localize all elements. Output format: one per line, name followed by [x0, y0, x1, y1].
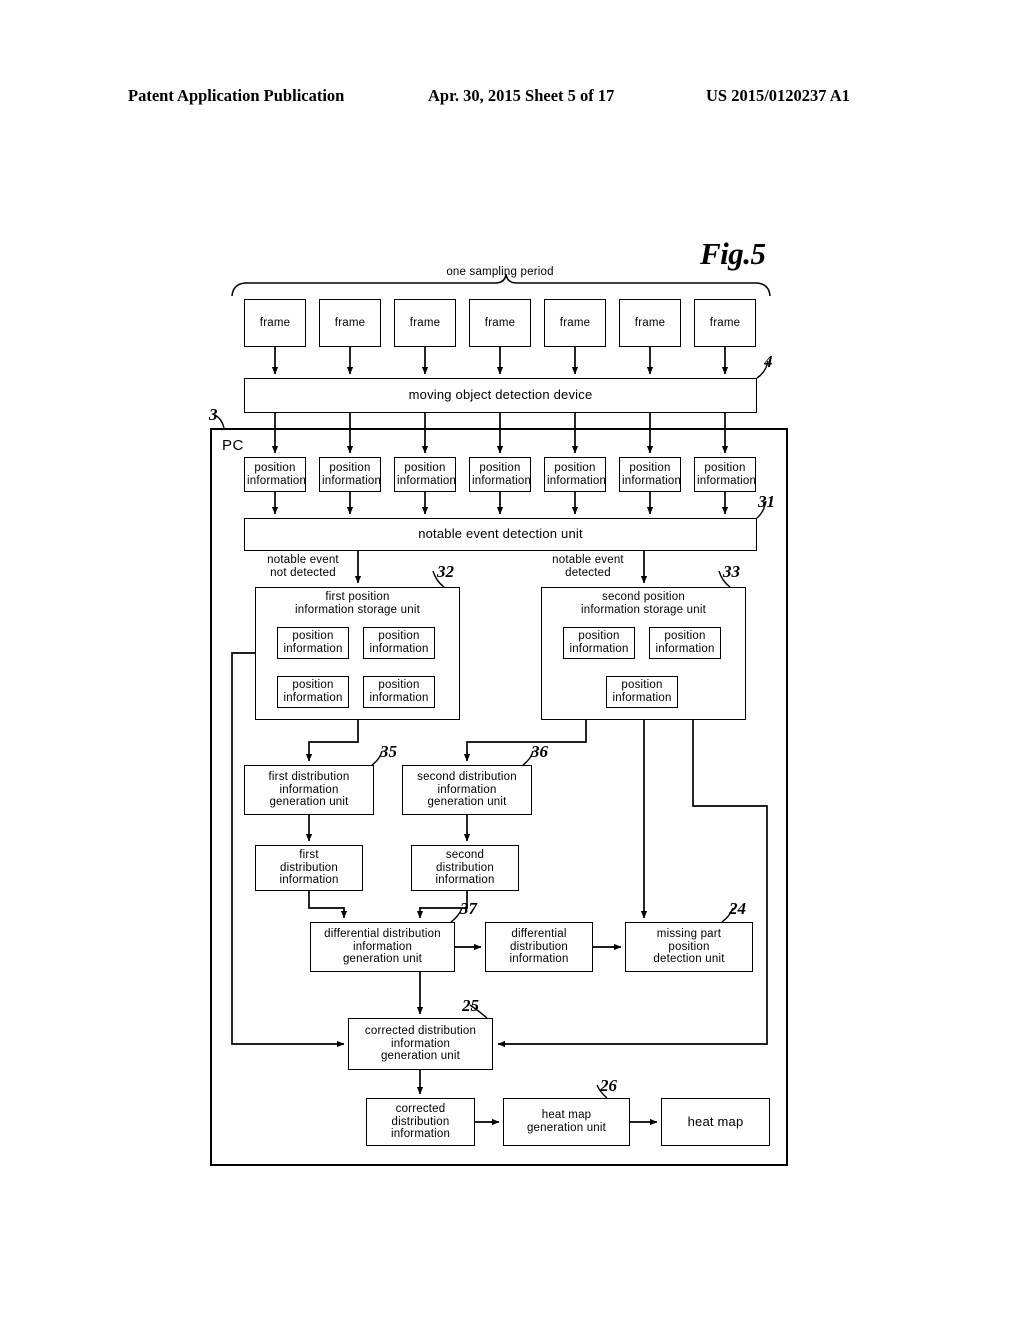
frame-box: frame — [244, 299, 306, 347]
position-information-box: position information — [619, 457, 681, 492]
reference-numeral-36: 36 — [531, 742, 548, 761]
differential-distribution-information-generation-unit-label: differential distribution information gene… — [324, 927, 441, 966]
second-distribution-information-label: second distribution information — [435, 848, 495, 887]
frame-label: frame — [334, 316, 366, 329]
reference-numeral-4: 4 — [764, 352, 773, 371]
frame-box: frame — [394, 299, 456, 347]
position-information-box: position information — [649, 627, 721, 659]
frame-box: frame — [319, 299, 381, 347]
position-information-box: position information — [563, 627, 635, 659]
differential-distribution-information-generation-unit: differential distribution information gene… — [310, 922, 455, 972]
position-information-box: position information — [694, 457, 756, 492]
position-information-label: position information — [283, 630, 343, 655]
position-information-label: position information — [369, 679, 429, 704]
reference-numeral-33: 33 — [723, 562, 740, 581]
second-distribution-information-generation-unit-label: second distribution information generation… — [417, 770, 517, 809]
heat-map-label: heat map — [687, 1113, 744, 1129]
position-information-box: position information — [469, 457, 531, 492]
second-distribution-information-generation-unit: second distribution information generation… — [402, 765, 532, 815]
publication-number: US 2015/0120237 A1 — [706, 86, 850, 105]
frame-box: frame — [694, 299, 756, 347]
position-information-label: position information — [569, 630, 629, 655]
moving-object-detection-device-label: moving object detection device — [408, 387, 593, 403]
frame-label: frame — [409, 316, 441, 329]
position-information-box: position information — [244, 457, 306, 492]
frame-label: frame — [634, 316, 666, 329]
first-position-information-storage-unit-title: first position information storage unit — [295, 591, 420, 617]
differential-distribution-information-label: differential distribution information — [509, 927, 569, 966]
reference-numeral-26: 26 — [600, 1076, 617, 1095]
branch-label-detected: notable event detected — [552, 554, 624, 580]
publication-header: Patent Application Publication Apr. 30, … — [0, 86, 1024, 110]
frame-box: frame — [544, 299, 606, 347]
reference-numeral-37: 37 — [460, 899, 477, 918]
position-information-box: position information — [544, 457, 606, 492]
second-position-information-storage-unit-title: second position information storage unit — [581, 591, 706, 617]
frame-label: frame — [259, 316, 291, 329]
position-information-label: position information — [322, 461, 382, 487]
corrected-distribution-information-generation-unit: corrected distribution information generat… — [348, 1018, 493, 1070]
position-information-label: position information — [547, 461, 607, 487]
publication-title: Patent Application Publication — [128, 86, 345, 105]
position-information-label: position information — [397, 461, 457, 487]
publication-date-sheet: Apr. 30, 2015 Sheet 5 of 17 — [428, 86, 615, 105]
missing-part-position-detection-unit: missing part position detection unit — [625, 922, 753, 972]
position-information-box: position information — [363, 676, 435, 708]
first-distribution-information-label: first distribution information — [279, 848, 339, 887]
position-information-label: position information — [612, 679, 672, 704]
corrected-distribution-information: corrected distribution information — [366, 1098, 475, 1146]
reference-numeral-35: 35 — [380, 742, 397, 761]
frame-label: frame — [709, 316, 741, 329]
frame-box: frame — [619, 299, 681, 347]
missing-part-position-detection-unit-label: missing part position detection unit — [653, 927, 725, 966]
differential-distribution-information: differential distribution information — [485, 922, 593, 972]
position-information-label: position information — [472, 461, 532, 487]
position-information-label: position information — [697, 461, 757, 487]
notable-event-detection-unit-label: notable event detection unit — [418, 526, 583, 542]
branch-label-not-detected: notable event not detected — [267, 554, 339, 580]
position-information-box: position information — [277, 676, 349, 708]
heat-map: heat map — [661, 1098, 770, 1146]
reference-numeral-25: 25 — [462, 996, 479, 1015]
position-information-label: position information — [655, 630, 715, 655]
first-distribution-information: first distribution information — [255, 845, 363, 891]
frame-label: frame — [559, 316, 591, 329]
moving-object-detection-device: moving object detection device — [244, 378, 757, 413]
first-distribution-information-generation-unit-label: first distribution information generation … — [268, 770, 350, 809]
figure-label: Fig.5 — [700, 236, 766, 271]
second-distribution-information: second distribution information — [411, 845, 519, 891]
position-information-box: position information — [606, 676, 678, 708]
reference-numeral-32: 32 — [437, 562, 454, 581]
frame-box: frame — [469, 299, 531, 347]
position-information-label: position information — [283, 679, 343, 704]
frame-label: frame — [484, 316, 516, 329]
first-distribution-information-generation-unit: first distribution information generation … — [244, 765, 374, 815]
heat-map-generation-unit: heat map generation unit — [503, 1098, 630, 1146]
position-information-label: position information — [247, 461, 307, 487]
notable-event-detection-unit: notable event detection unit — [244, 518, 757, 551]
position-information-label: position information — [369, 630, 429, 655]
position-information-box: position information — [363, 627, 435, 659]
position-information-box: position information — [394, 457, 456, 492]
position-information-label: position information — [622, 461, 682, 487]
heat-map-generation-unit-label: heat map generation unit — [526, 1109, 607, 1134]
corrected-distribution-information-generation-unit-label: corrected distribution information generat… — [364, 1024, 477, 1063]
position-information-box: position information — [277, 627, 349, 659]
pc-label: PC — [222, 437, 244, 454]
reference-numeral-24: 24 — [729, 899, 746, 918]
sampling-period-label: one sampling period — [446, 266, 554, 278]
reference-numeral-3: 3 — [209, 405, 218, 424]
position-information-box: position information — [319, 457, 381, 492]
corrected-distribution-information-label: corrected distribution information — [390, 1102, 451, 1141]
reference-numeral-31: 31 — [758, 492, 775, 511]
